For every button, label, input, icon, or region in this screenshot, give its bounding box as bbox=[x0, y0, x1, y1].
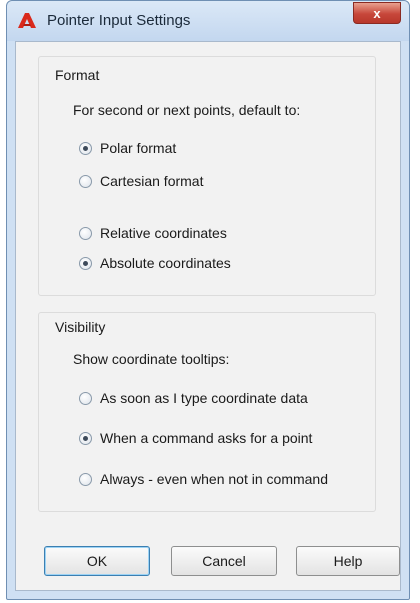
type-coordinate-option[interactable]: As soon as I type coordinate data bbox=[79, 389, 308, 407]
visibility-prompt: Show coordinate tooltips: bbox=[73, 351, 230, 367]
always-radio[interactable] bbox=[79, 472, 92, 486]
always-label: Always - even when not in command bbox=[100, 471, 328, 487]
type-coordinate-label: As soon as I type coordinate data bbox=[100, 390, 308, 406]
relative-coordinates-option[interactable]: Relative coordinates bbox=[79, 224, 227, 242]
visibility-group-title: Visibility bbox=[55, 319, 106, 335]
title-bar[interactable]: Pointer Input Settings x bbox=[7, 1, 409, 41]
format-group-title: Format bbox=[55, 67, 100, 83]
cartesian-format-label: Cartesian format bbox=[100, 173, 204, 189]
always-option[interactable]: Always - even when not in command bbox=[79, 470, 328, 488]
window-title: Pointer Input Settings bbox=[47, 12, 191, 29]
absolute-coordinates-option[interactable]: Absolute coordinates bbox=[79, 254, 231, 272]
absolute-coordinates-radio[interactable] bbox=[79, 256, 92, 270]
visibility-group: Visibility Show coordinate tooltips: As … bbox=[38, 312, 376, 512]
type-coordinate-radio[interactable] bbox=[79, 391, 92, 405]
relative-coordinates-label: Relative coordinates bbox=[100, 225, 227, 241]
autocad-a-icon bbox=[17, 11, 37, 29]
cancel-button[interactable]: Cancel bbox=[171, 546, 277, 576]
cartesian-format-radio[interactable] bbox=[79, 174, 92, 188]
close-button[interactable]: x bbox=[353, 2, 401, 24]
format-prompt: For second or next points, default to: bbox=[73, 102, 301, 118]
absolute-coordinates-label: Absolute coordinates bbox=[100, 255, 231, 271]
format-group: Format For second or next points, defaul… bbox=[38, 56, 376, 296]
cartesian-format-option[interactable]: Cartesian format bbox=[79, 172, 203, 190]
polar-format-label: Polar format bbox=[100, 140, 177, 156]
ok-button[interactable]: OK bbox=[44, 546, 150, 576]
command-asks-point-radio[interactable] bbox=[79, 431, 92, 445]
command-asks-point-label: When a command asks for a point bbox=[100, 430, 313, 446]
relative-coordinates-radio[interactable] bbox=[79, 226, 92, 240]
polar-format-radio[interactable] bbox=[79, 141, 92, 155]
help-button[interactable]: Help bbox=[296, 546, 400, 576]
close-icon: x bbox=[373, 6, 381, 21]
command-asks-point-option[interactable]: When a command asks for a point bbox=[79, 429, 312, 447]
polar-format-option[interactable]: Polar format bbox=[79, 139, 176, 157]
